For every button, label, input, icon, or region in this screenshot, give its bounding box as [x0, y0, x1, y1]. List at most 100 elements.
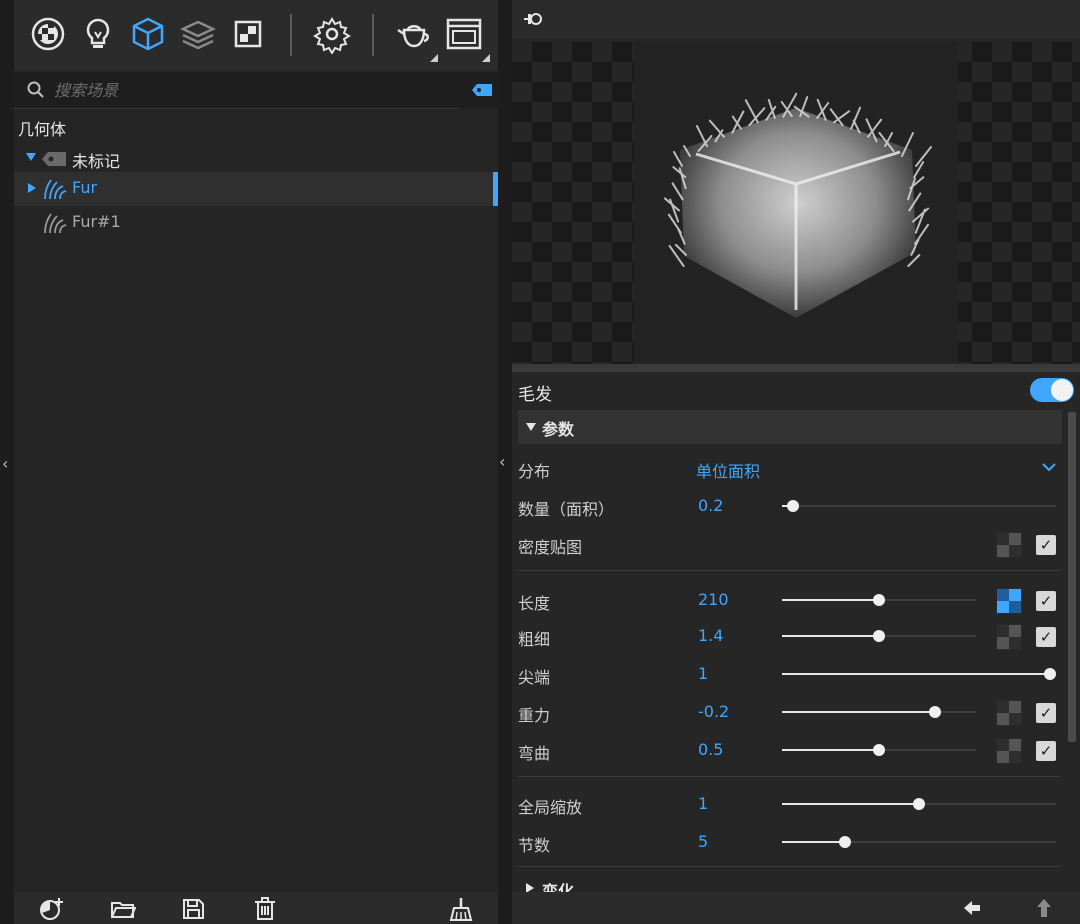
- bend-label: 弯曲: [518, 744, 551, 763]
- fur-cube-preview: [663, 92, 932, 318]
- gravity-slider[interactable]: [782, 706, 976, 718]
- preview-header: [512, 0, 1080, 38]
- caret-down-icon[interactable]: [526, 423, 536, 431]
- texture-slot-icon[interactable]: [996, 700, 1022, 726]
- segments-value[interactable]: 5: [698, 832, 708, 851]
- arrow-left-icon[interactable]: [960, 896, 984, 920]
- scene-toolbar: [14, 0, 498, 70]
- segments-row: 节数 5: [512, 824, 1072, 860]
- left-collapse-gutter[interactable]: ‹: [0, 0, 14, 924]
- section-params-label: 参数: [542, 420, 575, 439]
- global-scale-row: 全局缩放 1: [512, 786, 1072, 822]
- distribution-select[interactable]: 单位面积: [696, 458, 760, 482]
- global-scale-value[interactable]: 1: [698, 794, 708, 813]
- save-icon[interactable]: [180, 896, 206, 922]
- caret-down-icon[interactable]: [26, 153, 36, 161]
- search-icon: [27, 81, 44, 98]
- window-icon[interactable]: [444, 14, 484, 54]
- segments-slider[interactable]: [782, 836, 1056, 848]
- tree-item-fur-1[interactable]: Fur#1: [14, 206, 498, 240]
- global-scale-slider[interactable]: [782, 798, 1056, 810]
- length-slider[interactable]: [782, 594, 976, 606]
- search-input[interactable]: [54, 76, 434, 104]
- bend-slider[interactable]: [782, 744, 976, 756]
- gravity-checkbox[interactable]: ✓: [1036, 703, 1056, 723]
- texture-slot-icon[interactable]: [996, 738, 1022, 764]
- slider-thumb[interactable]: [929, 706, 942, 718]
- inspector-panel: 毛发 参数 分布 单位面积 数量（面积） 0.2 密度贴图 ✓ 长度 210 ✓…: [512, 0, 1080, 924]
- preview-splitter[interactable]: [512, 364, 1080, 372]
- slider-thumb[interactable]: [873, 744, 885, 756]
- pin-icon[interactable]: [522, 8, 544, 30]
- delete-icon[interactable]: [252, 896, 278, 922]
- quantity-value[interactable]: 0.2: [698, 496, 723, 515]
- tag-filter-icon[interactable]: [472, 84, 492, 96]
- bend-checkbox[interactable]: ✓: [1036, 741, 1056, 761]
- chevron-down-icon[interactable]: [1042, 460, 1056, 474]
- scene-footer-toolbar: [14, 892, 498, 924]
- section-transform[interactable]: 变化: [518, 872, 1062, 892]
- texture-slot-icon[interactable]: [996, 532, 1022, 558]
- teapot-icon[interactable]: [394, 14, 434, 54]
- bend-value[interactable]: 0.5: [698, 740, 723, 759]
- section-params[interactable]: 参数: [518, 410, 1062, 444]
- caret-right-icon[interactable]: [28, 183, 36, 193]
- gravity-value[interactable]: -0.2: [698, 702, 729, 721]
- material-ball-icon[interactable]: [28, 14, 68, 54]
- tip-label: 尖端: [518, 668, 551, 687]
- slider-thumb[interactable]: [1044, 668, 1056, 680]
- tip-value[interactable]: 1: [698, 664, 708, 683]
- open-folder-icon[interactable]: [110, 896, 137, 922]
- panel-splitter[interactable]: ‹: [498, 0, 512, 924]
- tip-slider[interactable]: [782, 668, 1056, 680]
- slider-thumb[interactable]: [873, 594, 885, 606]
- length-value[interactable]: 210: [698, 590, 729, 609]
- tree-group-untagged[interactable]: 未标记: [14, 142, 498, 176]
- thickness-checkbox[interactable]: ✓: [1036, 627, 1056, 647]
- distribution-row: 分布 单位面积: [512, 450, 1072, 486]
- chevron-left-icon[interactable]: ‹: [2, 454, 8, 473]
- slider-thumb[interactable]: [913, 798, 925, 810]
- properties-scrollbar[interactable]: [1068, 412, 1076, 742]
- light-bulb-icon[interactable]: [78, 14, 118, 54]
- slider-thumb[interactable]: [786, 500, 799, 512]
- search-underline: [14, 108, 458, 109]
- scene-search: [14, 72, 498, 109]
- clean-broom-icon[interactable]: [448, 896, 474, 922]
- texture-icon[interactable]: [228, 14, 268, 54]
- caret-right-icon[interactable]: [526, 883, 534, 892]
- settings-gear-icon[interactable]: [312, 14, 352, 55]
- cube-icon[interactable]: [128, 14, 168, 54]
- slider-thumb[interactable]: [873, 630, 885, 642]
- fur-preview-viewport[interactable]: [512, 42, 1080, 364]
- quantity-slider[interactable]: [782, 500, 1056, 512]
- thickness-row: 粗细 1.4 ✓: [512, 618, 1072, 654]
- fur-enable-toggle[interactable]: [1030, 378, 1074, 402]
- dropdown-corner-icon[interactable]: [430, 54, 438, 62]
- add-material-icon[interactable]: [38, 896, 64, 922]
- chevron-left-icon[interactable]: ‹: [499, 452, 505, 471]
- gravity-label: 重力: [518, 706, 551, 725]
- density-map-checkbox[interactable]: ✓: [1036, 535, 1056, 555]
- layers-icon[interactable]: [178, 14, 218, 54]
- thickness-label: 粗细: [518, 630, 551, 649]
- quantity-label: 数量（面积）: [518, 500, 615, 519]
- thickness-value[interactable]: 1.4: [698, 626, 723, 645]
- fur-icon: [44, 213, 67, 234]
- texture-slot-icon[interactable]: [996, 624, 1022, 650]
- tag-icon: [42, 152, 66, 166]
- arrow-up-icon[interactable]: [1032, 896, 1056, 920]
- thickness-slider[interactable]: [782, 630, 976, 642]
- toolbar-separator: [372, 14, 374, 56]
- texture-slot-icon[interactable]: [996, 588, 1022, 614]
- scene-panel: ‹ 搜索场景 几何体 未标记 Fur Fur#1 ‹: [0, 0, 512, 924]
- tree-heading: 几何体: [18, 120, 67, 139]
- inspector-footer: [512, 892, 1080, 924]
- dropdown-corner-icon[interactable]: [482, 54, 490, 62]
- length-label: 长度: [518, 594, 551, 613]
- length-checkbox[interactable]: ✓: [1036, 591, 1056, 611]
- fur-strand: [914, 208, 926, 234]
- tree-item-fur[interactable]: Fur: [14, 172, 498, 206]
- segments-label: 节数: [518, 836, 551, 855]
- slider-thumb[interactable]: [839, 836, 852, 848]
